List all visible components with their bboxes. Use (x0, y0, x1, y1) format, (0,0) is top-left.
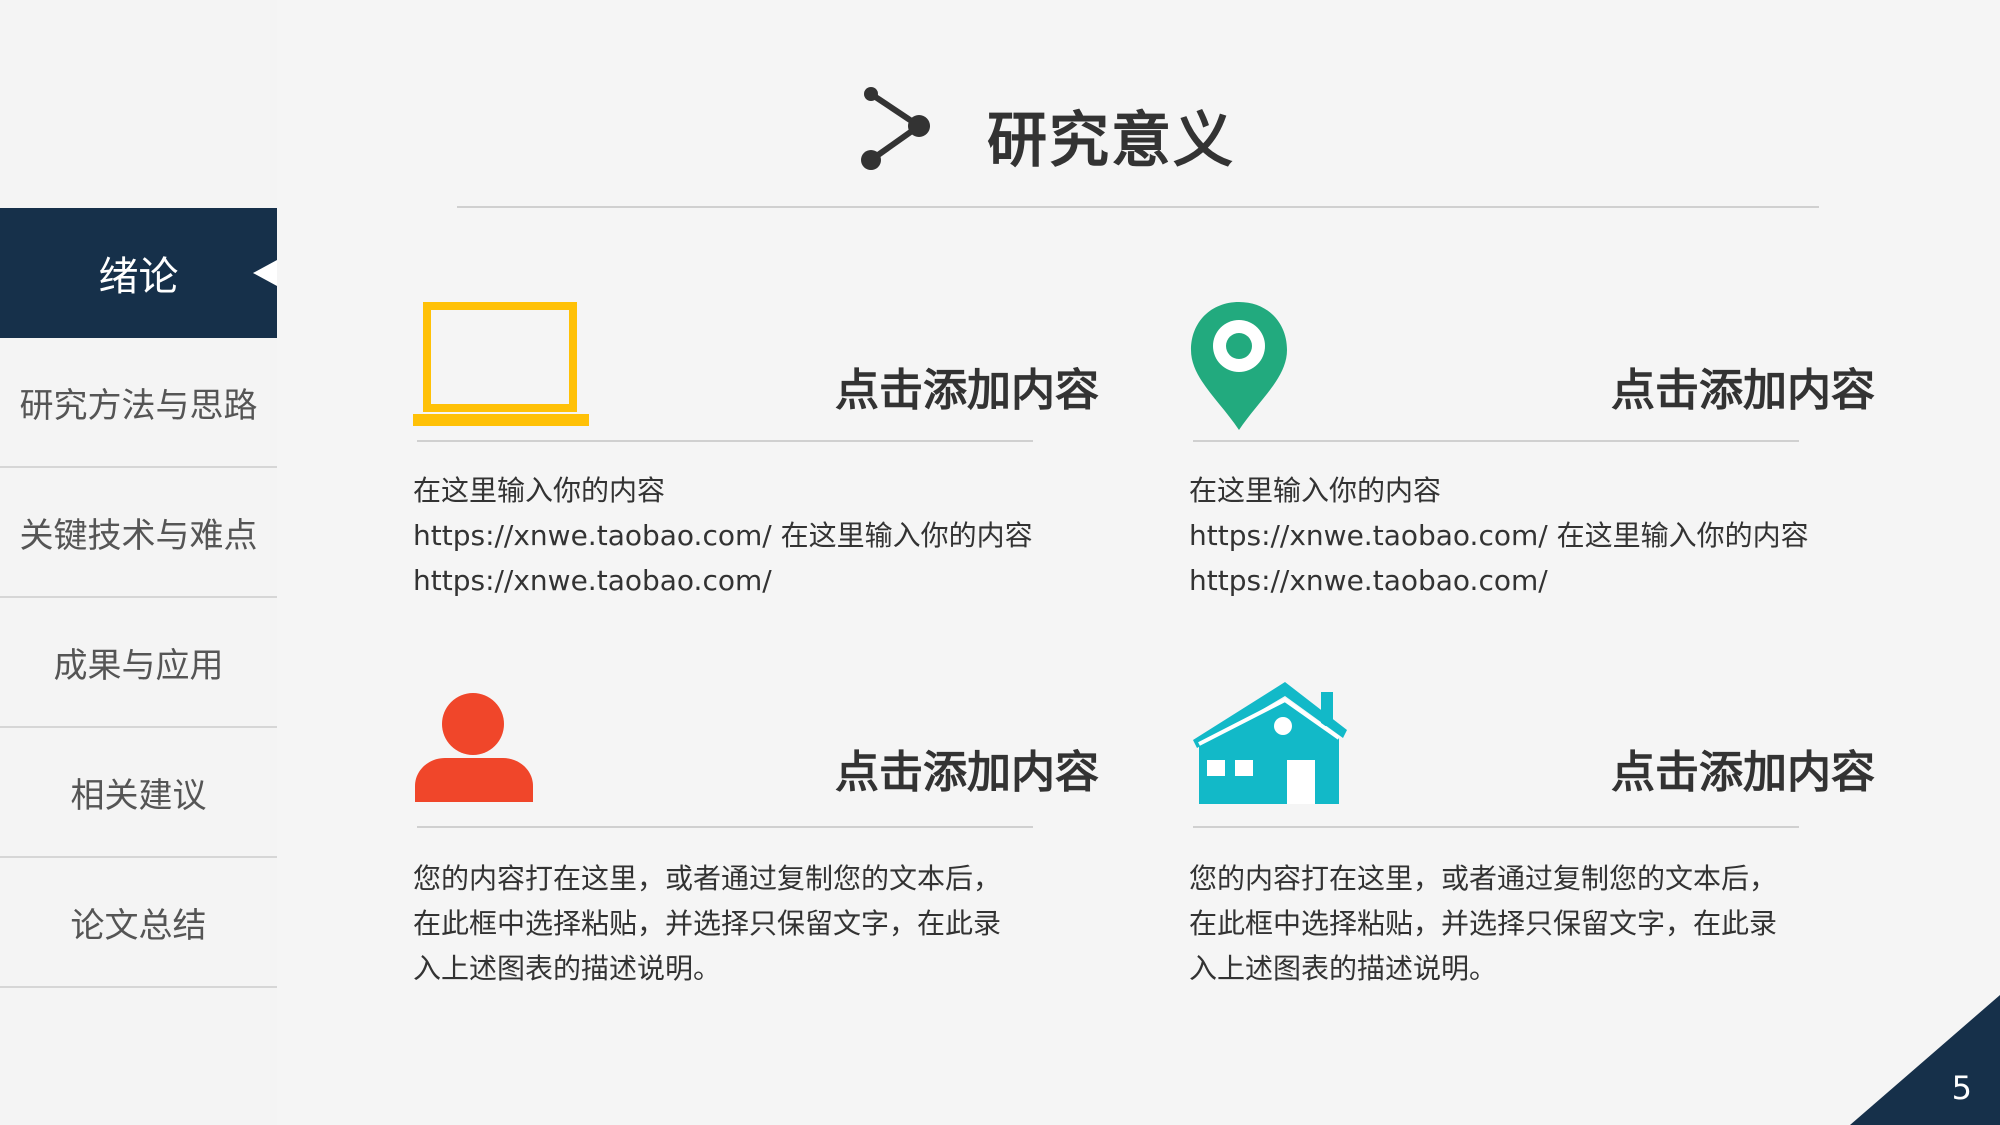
card-line: https://xnwe.taobao.com/ 在这里输入你的内容 (413, 519, 1033, 552)
content-card: 点击添加内容 您的内容打在这里，或者通过复制您的文本后， 在此框中选择粘贴，并选… (413, 690, 1123, 1010)
card-line: 入上述图表的描述说明。 (413, 952, 722, 985)
content-card: 点击添加内容 在这里输入你的内容 https://xnwe.taobao.com… (1189, 300, 1899, 600)
card-heading[interactable]: 点击添加内容 (835, 736, 1099, 800)
laptop-icon (413, 302, 589, 426)
sidebar-item-introduction[interactable]: 绪论 (0, 208, 277, 338)
sidebar-item-methods[interactable]: 研究方法与思路 (0, 338, 277, 468)
active-pointer-icon (253, 260, 277, 286)
location-pin-icon (1191, 302, 1287, 430)
card-body: 在这里输入你的内容 https://xnwe.taobao.com/ 在这里输入… (1189, 468, 1809, 603)
sidebar-item-label: 论文总结 (70, 905, 207, 946)
sidebar-item-label: 关键技术与难点 (19, 515, 258, 556)
sidebar-item-summary[interactable]: 论文总结 (0, 858, 277, 988)
card-line: 在此框中选择粘贴，并选择只保留文字，在此录 (413, 907, 1002, 940)
user-icon (415, 693, 533, 802)
content-card: 点击添加内容 您的内容打在这里，或者通过复制您的文本后， 在此框中选择粘贴，并选… (1189, 678, 1899, 1010)
sidebar-item-label: 成果与应用 (53, 645, 224, 686)
card-body: 您的内容打在这里，或者通过复制您的文本后， 在此框中选择粘贴，并选择只保留文字，… (1189, 856, 1777, 991)
card-divider (1193, 440, 1799, 442)
sidebar-item-suggestions[interactable]: 相关建议 (0, 728, 277, 858)
card-line: 在这里输入你的内容 (1189, 474, 1442, 507)
sidebar-item-key-tech[interactable]: 关键技术与难点 (0, 468, 277, 598)
card-line: 在这里输入你的内容 (413, 474, 666, 507)
card-line: 入上述图表的描述说明。 (1189, 952, 1498, 985)
card-heading[interactable]: 点击添加内容 (1611, 354, 1875, 418)
card-divider (417, 826, 1033, 828)
card-line: 您的内容打在这里，或者通过复制您的文本后， (1189, 862, 1778, 895)
page-number: 5 (1951, 1069, 1972, 1107)
sidebar: 绪论 研究方法与思路 关键技术与难点 成果与应用 相关建议 论文总结 (0, 0, 277, 1125)
card-line: https://xnwe.taobao.com/ (1189, 564, 1548, 597)
content-card: 点击添加内容 在这里输入你的内容 https://xnwe.taobao.com… (413, 300, 1123, 600)
card-line: https://xnwe.taobao.com/ 在这里输入你的内容 (1189, 519, 1809, 552)
card-body: 在这里输入你的内容 https://xnwe.taobao.com/ 在这里输入… (413, 468, 1033, 603)
slide-main: 研究意义 点击添加内容 在这里输入你的内容 https://xnwe.taoba… (277, 0, 2000, 1125)
card-divider (1193, 826, 1799, 828)
card-body: 您的内容打在这里，或者通过复制您的文本后， 在此框中选择粘贴，并选择只保留文字，… (413, 856, 1001, 991)
title-divider (457, 206, 1819, 208)
card-line: https://xnwe.taobao.com/ (413, 564, 772, 597)
sidebar-item-label: 绪论 (98, 254, 179, 300)
sidebar-nav: 绪论 研究方法与思路 关键技术与难点 成果与应用 相关建议 论文总结 (0, 208, 277, 988)
share-icon (861, 87, 930, 170)
page-title: 研究意义 (987, 106, 1235, 176)
sidebar-item-results[interactable]: 成果与应用 (0, 598, 277, 728)
card-divider (417, 440, 1033, 442)
card-line: 您的内容打在这里，或者通过复制您的文本后， (413, 862, 1002, 895)
card-heading[interactable]: 点击添加内容 (835, 354, 1099, 418)
house-icon (1193, 682, 1347, 804)
sidebar-item-label: 相关建议 (70, 775, 207, 816)
card-heading[interactable]: 点击添加内容 (1611, 736, 1875, 800)
sidebar-item-label: 研究方法与思路 (19, 385, 258, 426)
card-line: 在此框中选择粘贴，并选择只保留文字，在此录 (1189, 907, 1778, 940)
corner-accent (1850, 995, 2000, 1125)
